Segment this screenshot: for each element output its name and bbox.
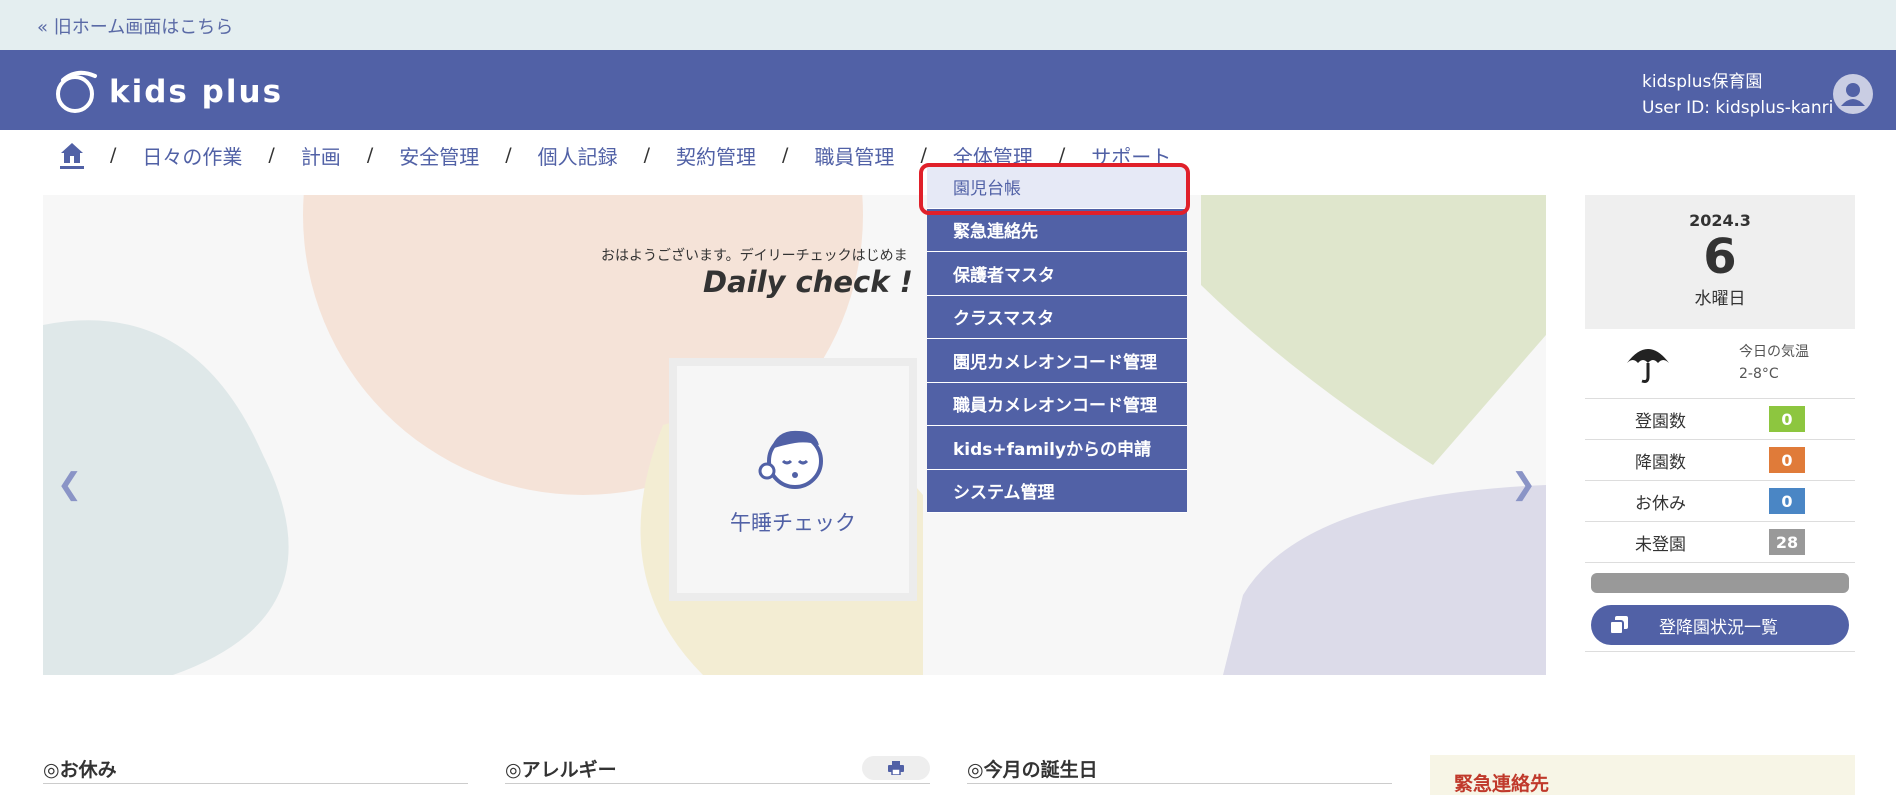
daily-check-title: Daily check !	[703, 265, 913, 299]
user-id: User ID: kidsplus-kanri	[1642, 98, 1834, 118]
menu-item-guardian-master[interactable]: 保護者マスタ	[927, 252, 1187, 296]
menu-item-child-chameleon-code[interactable]: 園児カメレオンコード管理	[927, 339, 1187, 383]
nav-separator: /	[920, 144, 927, 166]
umbrella-icon	[1627, 349, 1669, 383]
birthday-section-title: ◎今月の誕生日	[967, 759, 1098, 781]
nap-check-label: 午睡チェック	[730, 510, 856, 535]
daily-check-carousel: おはようございます。デイリーチェックはじめま Daily check ! 午睡チ…	[43, 195, 1546, 675]
allergy-section-title: ◎アレルギー	[505, 759, 617, 781]
nav-separator: /	[782, 144, 789, 166]
sleeping-child-icon	[758, 430, 823, 489]
logo[interactable]: kids plus	[55, 70, 283, 114]
menu-item-system-management[interactable]: システム管理	[927, 469, 1187, 513]
logo-mark-icon	[56, 70, 97, 113]
temp-label: 今日の気温	[1739, 344, 1809, 360]
home-icon[interactable]	[60, 142, 84, 169]
menu-item-family-requests[interactable]: kids+familyからの申請	[927, 426, 1187, 470]
menu-item-staff-chameleon-code[interactable]: 職員カメレオンコード管理	[927, 382, 1187, 426]
attendance-status-list-button[interactable]: 登降園状況一覧	[1591, 605, 1849, 645]
stat-label: 未登園	[1635, 534, 1686, 555]
nav-plan[interactable]: 計画	[301, 141, 341, 170]
greeting-text: おはようございます。デイリーチェックはじめま	[601, 248, 908, 264]
menu-item-emergency-contacts[interactable]: 緊急連絡先	[927, 208, 1187, 252]
menu-item-class-master[interactable]: クラスマスタ	[927, 295, 1187, 339]
divider	[967, 783, 1392, 784]
stat-badge: 28	[1769, 529, 1805, 555]
nav-daily-tasks[interactable]: 日々の作業	[142, 141, 242, 170]
side-panel: 2024.3 6 水曜日 今日の気温 2-8°C 登園数 0 降園数 0 お休み…	[1585, 195, 1855, 652]
weather-row: 今日の気温 2-8°C	[1585, 329, 1855, 399]
stat-label: お休み	[1635, 493, 1686, 514]
stat-row-arrived: 登園数 0	[1585, 399, 1855, 440]
nav-personal-records[interactable]: 個人記録	[538, 141, 618, 170]
app-header: kids plus kidsplus保育園 User ID: kidsplus-…	[0, 50, 1896, 130]
date-weekday: 水曜日	[1694, 289, 1746, 309]
temp-value: 2-8°C	[1739, 366, 1779, 382]
attendance-progress-bar	[1591, 573, 1849, 593]
nav-separator: /	[505, 144, 512, 166]
divider	[43, 783, 468, 784]
overall-management-dropdown: 園児台帳 緊急連絡先 保護者マスタ クラスマスタ 園児カメレオンコード管理 職員…	[927, 165, 1187, 513]
nav-safety[interactable]: 安全管理	[399, 141, 479, 170]
nav-separator: /	[268, 144, 275, 166]
stat-row-not-arrived: 未登園 28	[1585, 522, 1855, 563]
copy-icon	[1609, 616, 1628, 635]
print-button[interactable]	[862, 756, 930, 780]
stat-badge: 0	[1769, 447, 1805, 473]
stat-row-absent: お休み 0	[1585, 481, 1855, 522]
temperature-info: 今日の気温 2-8°C	[1739, 341, 1809, 385]
date-box: 2024.3 6 水曜日	[1585, 195, 1855, 329]
old-home-link[interactable]: « 旧ホーム画面はこちら	[37, 13, 233, 39]
nav-staff[interactable]: 職員管理	[814, 141, 894, 170]
stat-badge: 0	[1769, 488, 1805, 514]
nav-separator: /	[366, 144, 374, 166]
carousel-prev-icon[interactable]: ❮	[57, 467, 82, 502]
user-info: kidsplus保育園 User ID: kidsplus-kanri	[1642, 69, 1833, 121]
carousel-next-icon[interactable]: ❯	[1511, 467, 1536, 502]
nap-check-card[interactable]: 午睡チェック	[669, 358, 917, 601]
date-year-month: 2024.3	[1689, 211, 1751, 230]
stat-label: 降園数	[1635, 452, 1686, 473]
attendance-status-list-label: 登降園状況一覧	[1659, 617, 1778, 638]
emergency-contact-title: 緊急連絡先	[1454, 773, 1550, 795]
user-avatar-icon[interactable]	[1833, 74, 1873, 114]
logo-text: kids plus	[109, 74, 284, 110]
emergency-contact-panel: 緊急連絡先	[1430, 755, 1855, 795]
stat-badge: 0	[1769, 406, 1805, 432]
nav-contracts[interactable]: 契約管理	[676, 141, 756, 170]
top-bar: « 旧ホーム画面はこちら	[0, 0, 1896, 50]
menu-item-child-register[interactable]: 園児台帳	[927, 165, 1187, 209]
divider	[505, 783, 930, 784]
date-day: 6	[1703, 229, 1737, 285]
stat-label: 登園数	[1635, 411, 1686, 432]
nav-separator: /	[643, 144, 651, 166]
absence-section-title: ◎お休み	[43, 759, 117, 781]
nav-separator: /	[1058, 144, 1066, 166]
facility-name: kidsplus保育園	[1642, 72, 1763, 92]
divider	[1585, 651, 1855, 652]
stat-row-departed: 降園数 0	[1585, 440, 1855, 481]
nav-separator: /	[110, 144, 117, 166]
print-icon	[888, 761, 904, 775]
